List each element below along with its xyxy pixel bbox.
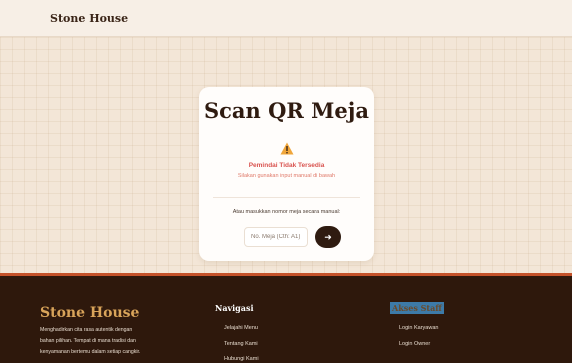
footer-description-line: kenyamanan bertemu dalam setiap cangkir. (40, 349, 141, 355)
footer-staff-heading: Akses Staff (390, 302, 444, 314)
scanner-error-title: Pemindai Tidak Tersedia (248, 162, 325, 169)
arrow-right-icon: ➜ (324, 232, 332, 242)
divider (213, 197, 360, 198)
footer-nav-heading: Navigasi (215, 303, 254, 313)
hero-section: Scan QR Meja Pemindai Tidak Tersedia Sil… (0, 37, 572, 273)
footer-description: Menghadirkan cita rasa autentik dengan b… (40, 325, 180, 358)
page-title: Scan QR Meja (203, 98, 369, 123)
footer-link-about[interactable]: Tentang Kami (224, 341, 258, 347)
top-navbar: Stone House (0, 0, 572, 37)
scan-card: Scan QR Meja Pemindai Tidak Tersedia Sil… (199, 87, 374, 261)
footer-link-menu[interactable]: Jelajahi Menu (224, 325, 258, 331)
scanner-error-subtitle: Silakan gunakan input manual di bawah (237, 173, 336, 179)
footer: Stone House Menghadirkan cita rasa auten… (0, 276, 572, 363)
footer-description-line: bahan pilihan. Tempat di mana tradisi da… (40, 338, 136, 344)
table-number-input[interactable] (244, 227, 308, 247)
brand-logo[interactable]: Stone House (50, 12, 128, 25)
submit-table-button[interactable]: ➜ (315, 226, 341, 248)
footer-description-line: Menghadirkan cita rasa autentik dengan (40, 327, 133, 333)
manual-input-label: Atau masukkan nomor meja secara manual: (232, 209, 341, 215)
footer-brand: Stone House (40, 305, 140, 321)
footer-link-employee-login[interactable]: Login Karyawan (399, 325, 438, 331)
warning-triangle-icon (280, 142, 294, 155)
footer-link-contact[interactable]: Hubungi Kami (224, 356, 259, 362)
footer-link-owner-login[interactable]: Login Owner (399, 341, 430, 347)
